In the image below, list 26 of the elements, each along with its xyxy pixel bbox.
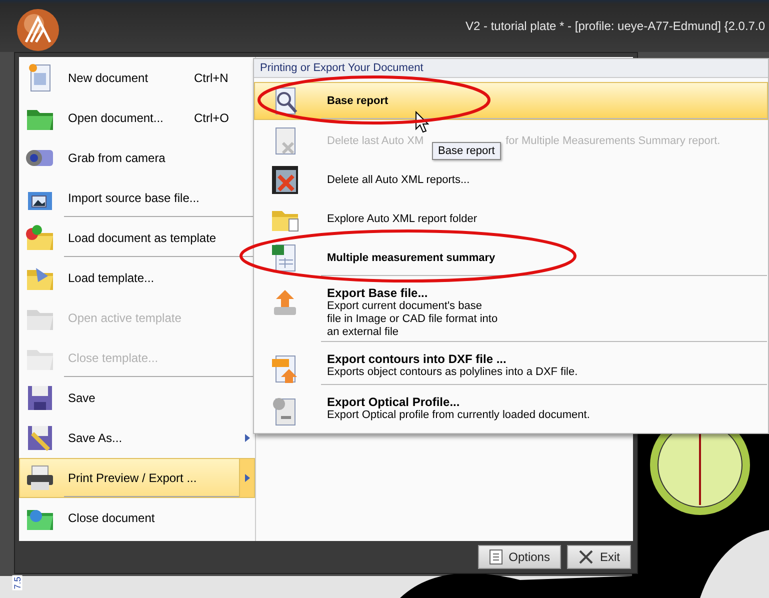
item-description: Exports object contours as polylines into a DXF file. bbox=[327, 366, 578, 379]
item-description: Export Optical profile from currently loaded document. bbox=[327, 409, 590, 422]
submenu-item[interactable]: Delete all Auto XML reports... bbox=[254, 160, 768, 199]
options-icon bbox=[488, 549, 503, 565]
submenu-item[interactable]: Explore Auto XML report folder bbox=[254, 199, 768, 238]
menu-item[interactable]: Save bbox=[19, 378, 255, 418]
submenu-item[interactable]: Base report bbox=[254, 82, 768, 120]
menu-item[interactable]: Print Preview / Export ... bbox=[19, 458, 255, 498]
submenu-item[interactable]: Export Optical Profile... Export Optical profile from currently loaded document. bbox=[254, 386, 768, 429]
menu-item[interactable]: Close document bbox=[19, 498, 255, 538]
menu-item[interactable]: Load template... bbox=[19, 258, 255, 298]
close-icon bbox=[578, 549, 594, 565]
menu-item[interactable]: Grab from camera bbox=[19, 138, 255, 178]
menu-item[interactable]: New document Ctrl+N bbox=[19, 58, 255, 98]
submenu-header: Printing or Export Your Document bbox=[254, 59, 768, 78]
menu-item[interactable]: Open document... Ctrl+O bbox=[19, 98, 255, 138]
window-title: V2 - tutorial plate * - [profile: ueye-A77-Edmund] {2.0.7.0 bbox=[465, 19, 765, 33]
mouse-pointer-icon bbox=[415, 111, 429, 133]
item-description: Export current document's base file in Image or CAD file format into an external file bbox=[327, 300, 498, 339]
menu-button[interactable]: Options bbox=[478, 545, 561, 569]
app-logo-icon[interactable] bbox=[16, 8, 60, 52]
ruler-label: 7.5 bbox=[12, 576, 22, 590]
document-icon bbox=[269, 164, 301, 196]
tooltip: Base report bbox=[432, 142, 501, 160]
menu-item[interactable]: Save As... bbox=[19, 418, 255, 458]
menu-button[interactable]: Exit bbox=[566, 545, 631, 569]
